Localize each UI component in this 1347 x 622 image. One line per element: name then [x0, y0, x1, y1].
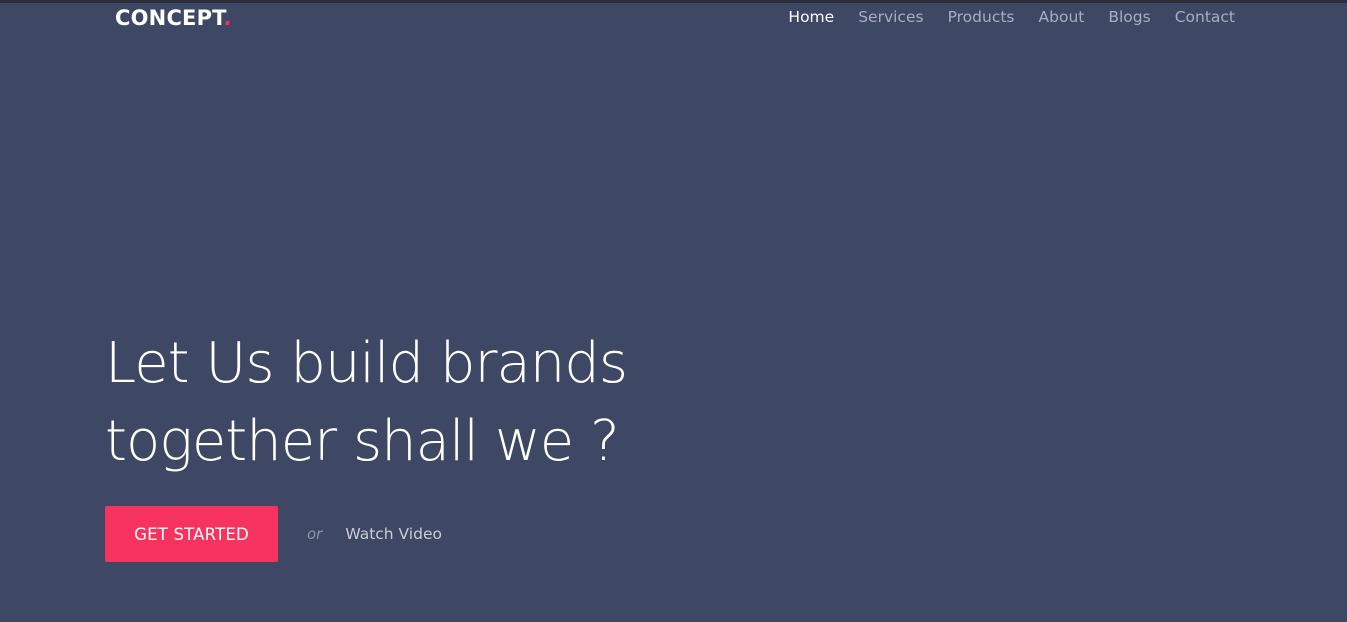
brand-logo[interactable]: CONCEPT. — [115, 4, 232, 32]
nav-item-about[interactable]: About — [1039, 6, 1085, 28]
nav-item-contact[interactable]: Contact — [1175, 6, 1235, 28]
nav-item-services[interactable]: Services — [858, 6, 923, 28]
nav-item-home[interactable]: Home — [788, 6, 834, 28]
top-border — [0, 0, 1347, 3]
hero-title: Let Us build brands together shall we ? — [105, 325, 805, 481]
cta-row: GET STARTED or Watch Video — [105, 506, 442, 562]
hero-title-line-1: Let Us build brands — [105, 331, 628, 396]
hero-title-line-2: together shall we ? — [105, 409, 620, 474]
main-nav: Home Services Products About Blogs Conta… — [788, 6, 1235, 28]
nav-item-blogs[interactable]: Blogs — [1108, 6, 1150, 28]
brand-name: CONCEPT — [115, 6, 224, 30]
or-separator: or — [307, 525, 323, 543]
watch-video-link[interactable]: Watch Video — [345, 525, 442, 543]
nav-item-products[interactable]: Products — [948, 6, 1015, 28]
brand-dot: . — [223, 6, 232, 30]
get-started-button[interactable]: GET STARTED — [105, 506, 278, 562]
